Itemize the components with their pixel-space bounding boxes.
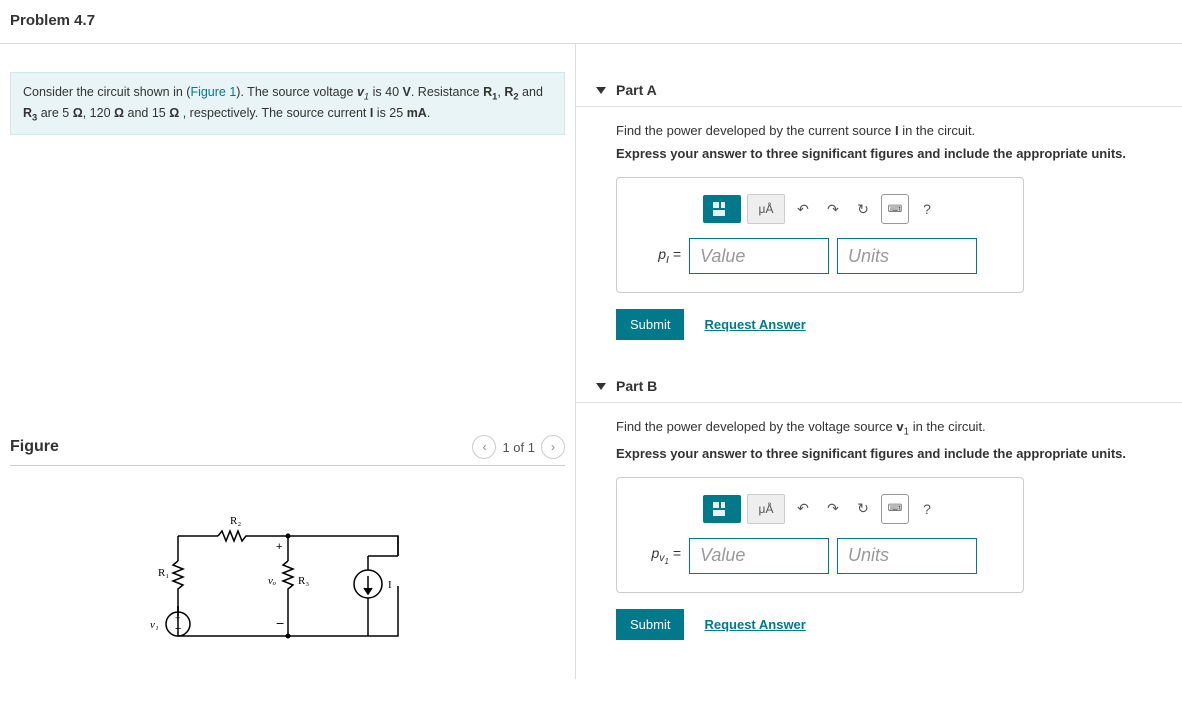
part-b-header[interactable]: Part B: [576, 378, 1182, 403]
sym-v: v: [357, 85, 364, 99]
sym-v: v: [896, 419, 903, 434]
value-input[interactable]: Value: [689, 538, 829, 574]
text: Find the power developed by the current …: [616, 123, 895, 138]
redo-button[interactable]: ↷: [821, 495, 845, 523]
units-input[interactable]: Units: [837, 238, 977, 274]
undo-button[interactable]: ↶: [791, 495, 815, 523]
right-column: Part A Find the power developed by the c…: [576, 44, 1182, 679]
text: and 15: [124, 106, 169, 120]
part-b: Part B Find the power developed by the v…: [576, 378, 1182, 640]
help-button[interactable]: ?: [915, 195, 939, 223]
text: ). The source voltage: [236, 85, 357, 99]
keyboard-button[interactable]: ⌨: [881, 194, 909, 224]
label-i: I: [388, 579, 392, 591]
answer-row: pv1 = Value Units: [635, 538, 1005, 574]
request-answer-link[interactable]: Request Answer: [704, 617, 805, 632]
label-v1: v₁: [150, 619, 159, 631]
value-input[interactable]: Value: [689, 238, 829, 274]
label-r3: R₃: [298, 575, 309, 587]
page-title: Problem 4.7: [0, 0, 1182, 44]
pager-prev-button[interactable]: ‹: [472, 435, 496, 459]
circuit-diagram: R₁ R₂ R₃ v₁ vₒ I + − + −: [138, 506, 438, 659]
label-vo: vₒ: [268, 575, 276, 587]
part-a-actions: Submit Request Answer: [616, 309, 1162, 340]
label-r1: R₁: [158, 567, 169, 579]
src-minus: −: [175, 623, 181, 635]
pager-next-button[interactable]: ›: [541, 435, 565, 459]
unit-ohm: Ω: [73, 106, 83, 120]
unit-ohm: Ω: [114, 106, 124, 120]
answer-toolbar: μÅ ↶ ↷ ↻ ⌨ ?: [703, 494, 1005, 524]
pager-label: 1 of 1: [502, 440, 535, 455]
reset-button[interactable]: ↻: [851, 195, 875, 223]
left-column: Consider the circuit shown in (Figure 1)…: [0, 44, 576, 679]
units-button[interactable]: μÅ: [747, 494, 785, 524]
unit-ma: mA: [407, 106, 427, 120]
sym-r1: R: [483, 85, 492, 99]
submit-button[interactable]: Submit: [616, 309, 684, 340]
help-button[interactable]: ?: [915, 495, 939, 523]
part-b-instructions: Express your answer to three significant…: [616, 446, 1162, 461]
part-b-answer-card: μÅ ↶ ↷ ↻ ⌨ ? pv1 = Value Units: [616, 477, 1024, 593]
part-b-actions: Submit Request Answer: [616, 609, 1162, 640]
text: is 40: [369, 85, 402, 99]
label-r2: R₂: [230, 515, 241, 527]
figure-header: Figure ‹ 1 of 1 ›: [10, 435, 565, 466]
part-a-title: Part A: [616, 82, 657, 98]
text: . Resistance: [411, 85, 483, 99]
text: in the circuit.: [899, 123, 976, 138]
sym-r3: R: [23, 106, 32, 120]
variable-label: pI =: [635, 246, 681, 266]
sym-r2: R: [504, 85, 513, 99]
unit-ohm: Ω: [169, 106, 179, 120]
text: is 25: [373, 106, 406, 120]
figure-link[interactable]: Figure 1: [190, 85, 236, 99]
text: are 5: [37, 106, 72, 120]
collapse-icon: [596, 383, 606, 390]
answer-row: pI = Value Units: [635, 238, 1005, 274]
units-button[interactable]: μÅ: [747, 194, 785, 224]
undo-button[interactable]: ↶: [791, 195, 815, 223]
problem-statement: Consider the circuit shown in (Figure 1)…: [10, 72, 565, 135]
text: and: [519, 85, 543, 99]
templates-button[interactable]: [703, 195, 741, 223]
collapse-icon: [596, 87, 606, 94]
text: Find the power developed by the voltage …: [616, 419, 896, 434]
text: , respectively. The source current: [179, 106, 370, 120]
submit-button[interactable]: Submit: [616, 609, 684, 640]
part-a-prompt: Find the power developed by the current …: [616, 123, 1162, 138]
units-input[interactable]: Units: [837, 538, 977, 574]
text: Consider the circuit shown in (: [23, 85, 190, 99]
text: .: [427, 106, 430, 120]
figure-title: Figure: [10, 438, 59, 456]
part-a-header[interactable]: Part A: [576, 82, 1182, 107]
request-answer-link[interactable]: Request Answer: [704, 317, 805, 332]
text: , 120: [83, 106, 114, 120]
part-b-title: Part B: [616, 378, 657, 394]
answer-toolbar: μÅ ↶ ↷ ↻ ⌨ ?: [703, 194, 1005, 224]
part-a-answer-card: μÅ ↶ ↷ ↻ ⌨ ? pI = Value Units: [616, 177, 1024, 293]
label-plus: +: [276, 541, 282, 553]
reset-button[interactable]: ↻: [851, 495, 875, 523]
variable-label: pv1 =: [635, 545, 681, 567]
templates-button[interactable]: [703, 495, 741, 523]
part-b-prompt: Find the power developed by the voltage …: [616, 419, 1162, 438]
redo-button[interactable]: ↷: [821, 195, 845, 223]
keyboard-button[interactable]: ⌨: [881, 494, 909, 524]
part-a: Part A Find the power developed by the c…: [576, 82, 1182, 340]
label-minus: −: [276, 615, 284, 631]
figure-pager: ‹ 1 of 1 ›: [472, 435, 565, 459]
unit-v: V: [403, 85, 411, 99]
src-plus: +: [175, 613, 180, 623]
part-a-instructions: Express your answer to three significant…: [616, 146, 1162, 161]
text: in the circuit.: [909, 419, 986, 434]
